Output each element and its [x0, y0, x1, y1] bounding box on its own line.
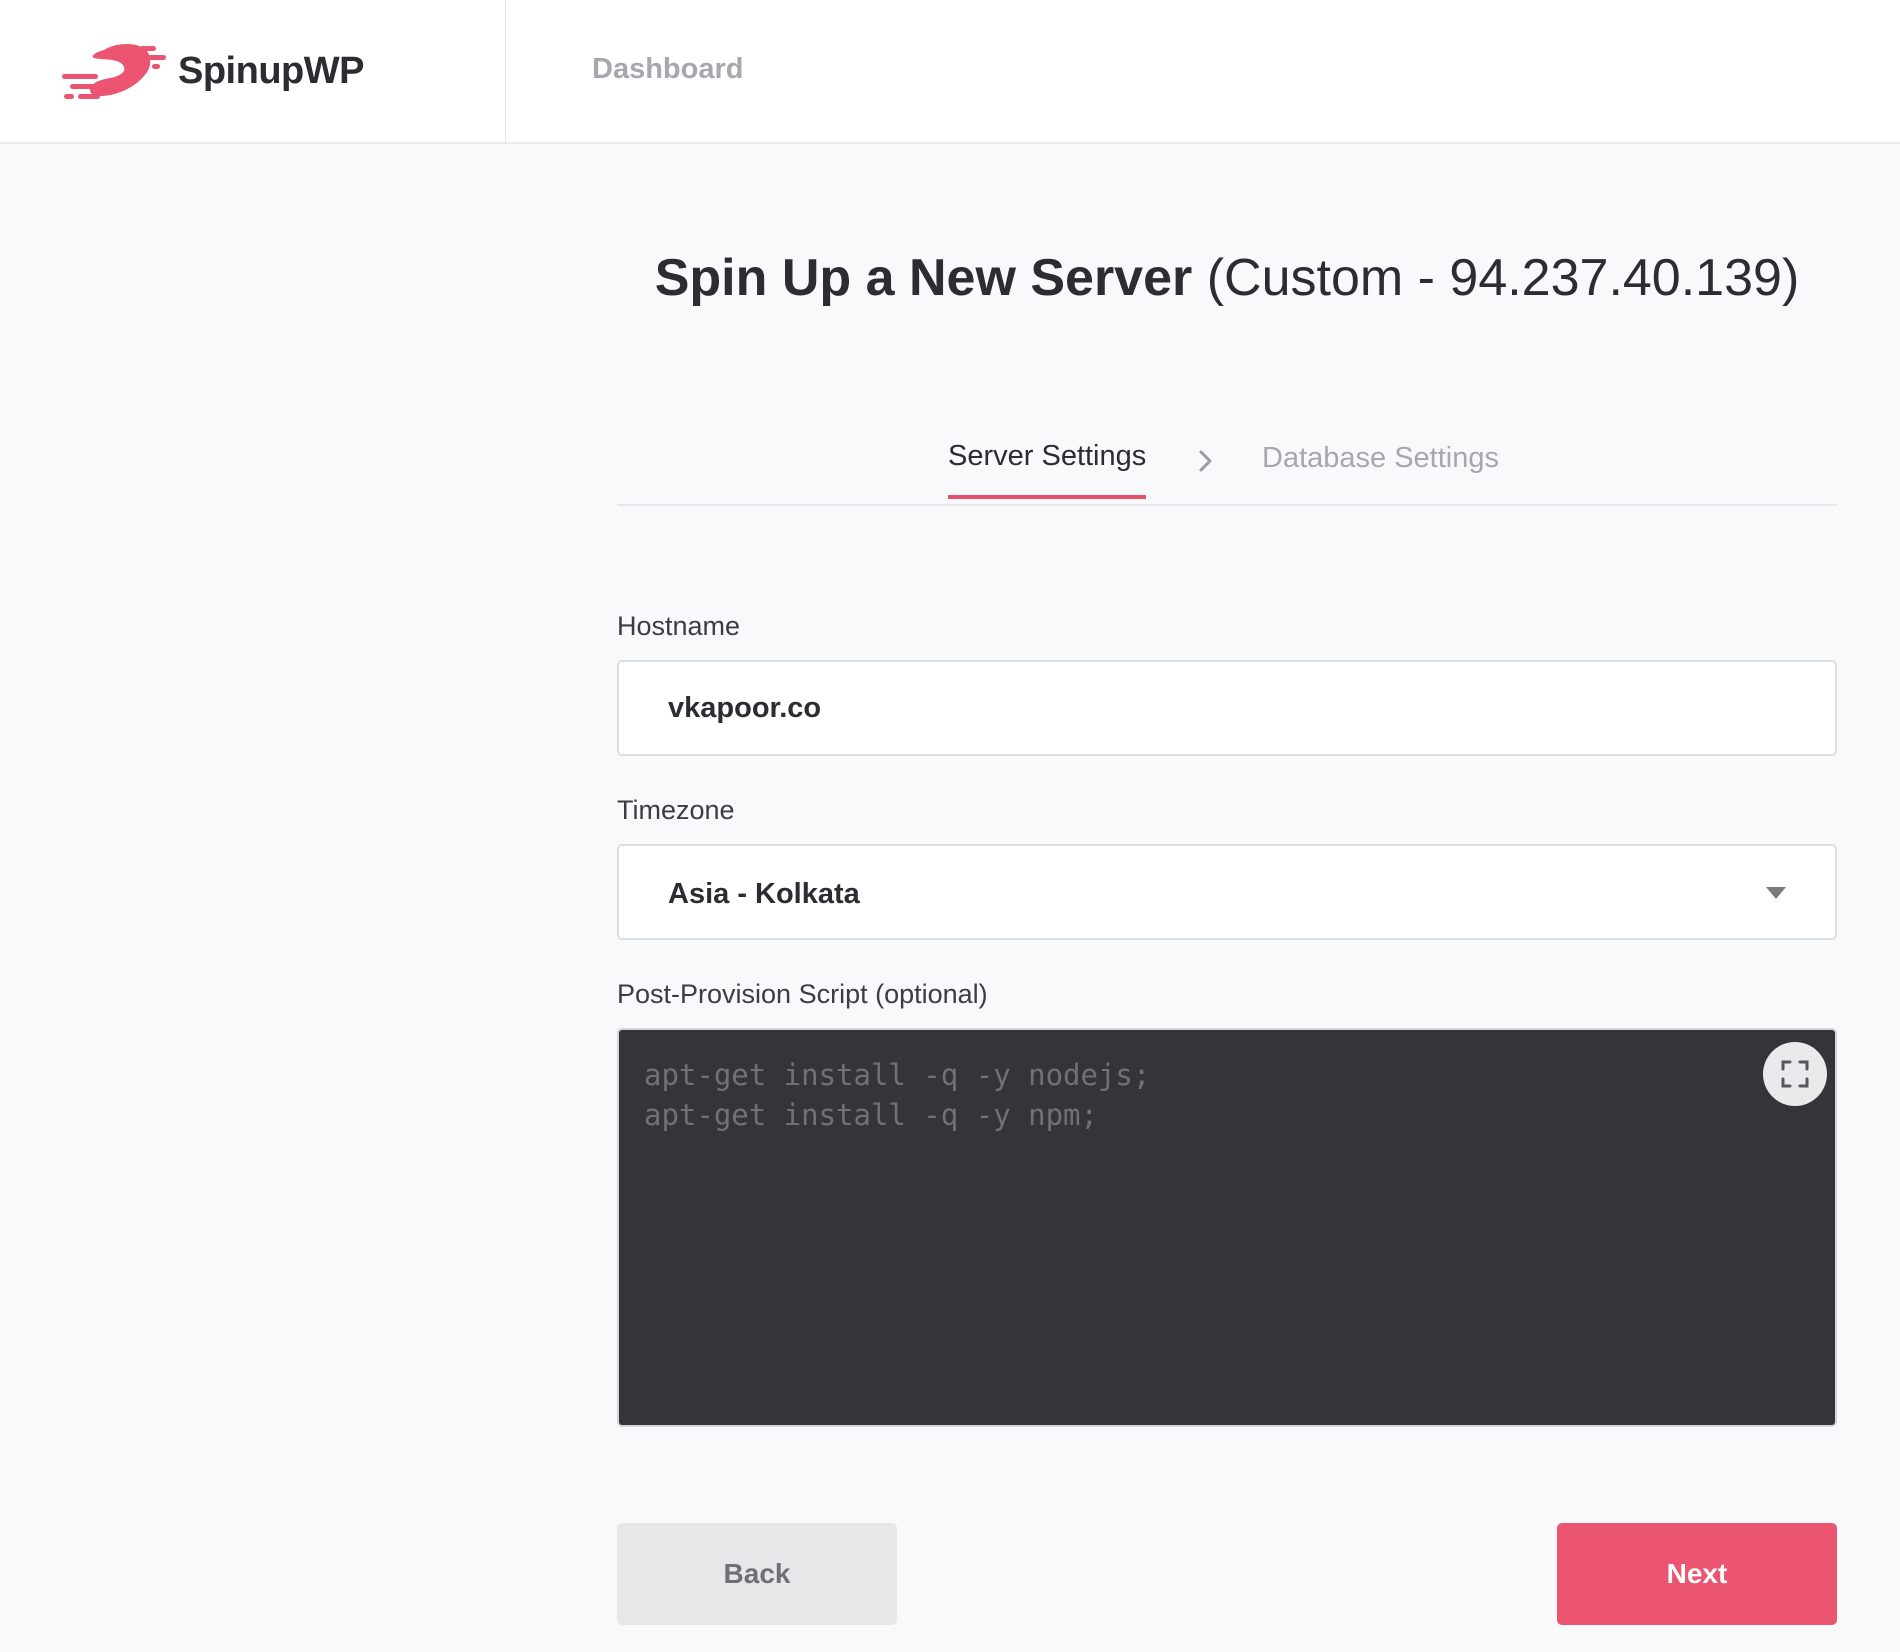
- hostname-label: Hostname: [617, 611, 741, 641]
- tab-server-settings[interactable]: Server Settings: [948, 440, 1147, 499]
- next-button[interactable]: Next: [1557, 1523, 1837, 1625]
- step-tabs: Server Settings Database Settings: [617, 430, 1837, 506]
- script-line: apt-get install -q -y nodejs;: [644, 1058, 1151, 1092]
- back-button[interactable]: Back: [617, 1523, 897, 1625]
- tab-database-settings[interactable]: Database Settings: [1262, 442, 1499, 475]
- timezone-select[interactable]: Asia - Kolkata: [617, 844, 1837, 940]
- caret-down-icon: [1765, 886, 1787, 905]
- script-label: Post-Provision Script (optional): [617, 979, 988, 1009]
- brand[interactable]: SpinupWP: [0, 0, 506, 144]
- hostname-value: vkapoor.co: [668, 692, 822, 724]
- page-title-main: Spin Up a New Server: [654, 249, 1193, 307]
- chevron-right-icon: [1197, 448, 1215, 479]
- page-title-subtitle: (Custom - 94.237.40.139): [1192, 249, 1800, 307]
- hostname-input[interactable]: vkapoor.co: [617, 660, 1837, 756]
- fullscreen-icon: [1781, 1060, 1809, 1088]
- script-line: apt-get install -q -y npm;: [644, 1098, 1098, 1132]
- brand-name: SpinupWP: [178, 50, 364, 92]
- spinupwp-logo-icon: [60, 40, 166, 107]
- fullscreen-button[interactable]: [1763, 1042, 1827, 1106]
- post-provision-script-editor[interactable]: apt-get install -q -y nodejs; apt-get in…: [617, 1028, 1837, 1427]
- timezone-label: Timezone: [617, 795, 735, 825]
- top-bar: SpinupWP Dashboard: [0, 0, 1900, 144]
- timezone-value: Asia - Kolkata: [668, 878, 860, 910]
- nav-dashboard-link[interactable]: Dashboard: [592, 53, 743, 86]
- page-title: Spin Up a New Server (Custom - 94.237.40…: [617, 248, 1837, 308]
